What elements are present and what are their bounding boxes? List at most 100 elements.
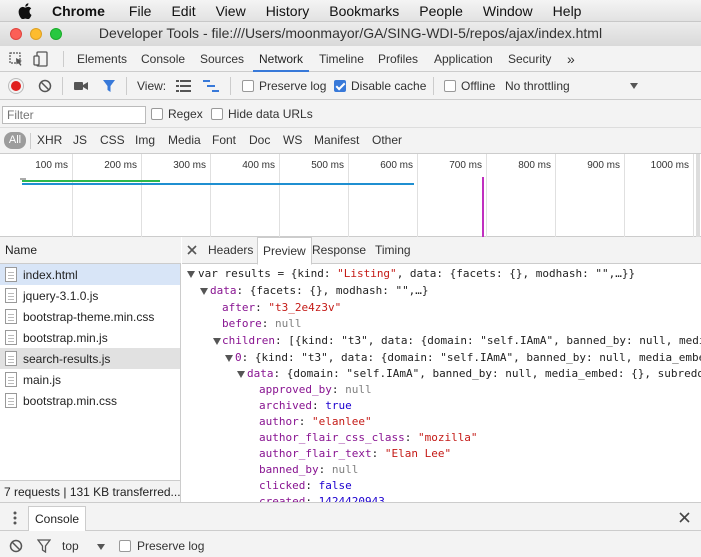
- type-filter-font[interactable]: Font: [212, 133, 236, 147]
- timeline-gridline: [210, 154, 211, 237]
- waterfall-overview-icon[interactable]: [203, 80, 219, 92]
- type-filter-media[interactable]: Media: [168, 133, 201, 147]
- preview-null: null: [275, 317, 302, 330]
- preview-line: approved_by: null: [259, 383, 372, 396]
- menu-view[interactable]: View: [216, 3, 246, 19]
- collapse-triangle-icon[interactable]: [213, 338, 221, 345]
- hide-data-urls-checkbox[interactable]: [211, 108, 223, 120]
- tab-profiles[interactable]: Profiles: [378, 46, 418, 72]
- type-filter-ws[interactable]: WS: [283, 133, 302, 147]
- console-preserve-log-checkbox[interactable]: [119, 540, 131, 552]
- menu-window[interactable]: Window: [483, 3, 533, 19]
- tab-sources[interactable]: Sources: [200, 46, 244, 72]
- drawer-tab-bar: Console: [0, 503, 701, 531]
- menu-history[interactable]: History: [266, 3, 310, 19]
- menu-people[interactable]: People: [419, 3, 463, 19]
- collapse-triangle-icon[interactable]: [187, 271, 195, 278]
- tab-security[interactable]: Security: [508, 46, 551, 72]
- clear-console-icon[interactable]: [9, 539, 23, 553]
- request-row[interactable]: main.js: [0, 369, 180, 390]
- request-name: bootstrap.min.js: [23, 331, 108, 345]
- clear-icon[interactable]: [38, 79, 52, 93]
- menu-file[interactable]: File: [129, 3, 152, 19]
- disable-cache-checkbox[interactable]: [334, 80, 346, 92]
- request-detail-pane: Headers Preview Response Timing var resu…: [182, 237, 701, 502]
- preview-key: data: [210, 284, 237, 297]
- screenshot-camera-icon[interactable]: [74, 81, 88, 91]
- preview-string: "Listing": [337, 267, 397, 280]
- type-filter-doc[interactable]: Doc: [249, 133, 270, 147]
- tab-elements[interactable]: Elements: [77, 46, 127, 72]
- timeline-request-bar: [22, 183, 414, 185]
- preview-key: 0: [235, 351, 242, 364]
- type-filter-xhr[interactable]: XHR: [37, 133, 62, 147]
- collapse-triangle-icon[interactable]: [225, 355, 233, 362]
- preview-line: children: [{kind: "t3", data: {domain: "…: [222, 333, 701, 349]
- request-name: bootstrap-theme.min.css: [23, 310, 155, 324]
- offline-checkbox[interactable]: [444, 80, 456, 92]
- request-row[interactable]: jquery-3.1.0.js: [0, 285, 180, 306]
- tab-response[interactable]: Response: [307, 237, 371, 264]
- throttling-dropdown-icon[interactable]: [630, 83, 638, 89]
- network-timeline-overview[interactable]: 100 ms 200 ms 300 ms 400 ms 500 ms 600 m…: [0, 154, 701, 237]
- large-rows-icon[interactable]: [176, 80, 191, 92]
- tab-timeline[interactable]: Timeline: [319, 46, 364, 72]
- filter-funnel-icon[interactable]: [102, 79, 116, 93]
- timeline-gridline: [486, 154, 487, 237]
- preview-line: before: null: [222, 317, 302, 330]
- type-filter-css[interactable]: CSS: [100, 133, 125, 147]
- offline-label: Offline: [461, 79, 496, 93]
- console-preserve-log-label: Preserve log: [137, 539, 205, 553]
- request-list-header[interactable]: Name: [0, 237, 181, 264]
- type-filter-manifest[interactable]: Manifest: [314, 133, 359, 147]
- request-row[interactable]: search-results.js: [0, 348, 180, 369]
- drawer-menu-icon[interactable]: [13, 511, 17, 525]
- disable-cache-label: Disable cache: [351, 79, 427, 93]
- tab-preview[interactable]: Preview: [257, 237, 312, 265]
- filter-input[interactable]: [2, 106, 146, 124]
- request-row[interactable]: bootstrap.min.css: [0, 390, 180, 411]
- console-filter-icon[interactable]: [37, 539, 51, 553]
- record-button[interactable]: [9, 79, 23, 93]
- menu-help[interactable]: Help: [553, 3, 582, 19]
- request-row[interactable]: bootstrap-theme.min.css: [0, 306, 180, 327]
- menu-edit[interactable]: Edit: [171, 3, 195, 19]
- type-filter-all[interactable]: All: [4, 132, 26, 149]
- close-drawer-icon[interactable]: [679, 512, 690, 523]
- regex-checkbox[interactable]: [151, 108, 163, 120]
- collapse-triangle-icon[interactable]: [237, 371, 245, 378]
- type-filter-js[interactable]: JS: [73, 133, 87, 147]
- drawer-tab-console[interactable]: Console: [28, 506, 87, 531]
- apple-menu-icon[interactable]: [18, 0, 38, 22]
- file-icon: [5, 267, 17, 282]
- menu-bookmarks[interactable]: Bookmarks: [329, 3, 399, 19]
- type-filter-img[interactable]: Img: [135, 133, 155, 147]
- file-icon: [5, 372, 17, 387]
- inspect-element-icon[interactable]: [9, 52, 24, 67]
- type-filter-other[interactable]: Other: [372, 133, 402, 147]
- timeline-gridline: [555, 154, 556, 237]
- request-name: main.js: [23, 373, 62, 387]
- toolbar-divider: [126, 77, 127, 95]
- request-row[interactable]: index.html: [0, 264, 180, 285]
- tab-timing[interactable]: Timing: [370, 237, 416, 264]
- file-icon: [5, 351, 17, 366]
- preserve-log-checkbox[interactable]: [242, 80, 254, 92]
- more-tabs-button[interactable]: »: [567, 46, 575, 72]
- request-row[interactable]: bootstrap.min.js: [0, 327, 180, 348]
- context-dropdown-icon[interactable]: [97, 544, 105, 550]
- close-detail-icon[interactable]: [187, 245, 197, 255]
- collapse-triangle-icon[interactable]: [200, 288, 208, 295]
- timeline-scrollbar[interactable]: [696, 154, 700, 237]
- preview-key: archived: [259, 399, 312, 412]
- tab-network[interactable]: Network: [253, 46, 310, 72]
- throttling-select[interactable]: No throttling: [505, 79, 570, 93]
- preview-line: clicked: false: [259, 479, 352, 492]
- console-context-select[interactable]: top: [62, 539, 79, 553]
- tab-application[interactable]: Application: [434, 46, 493, 72]
- tab-headers[interactable]: Headers: [203, 237, 258, 264]
- device-toolbar-icon[interactable]: [33, 51, 49, 67]
- menu-app-name[interactable]: Chrome: [52, 3, 105, 19]
- tab-divider: [63, 51, 64, 67]
- tab-console[interactable]: Console: [141, 46, 185, 72]
